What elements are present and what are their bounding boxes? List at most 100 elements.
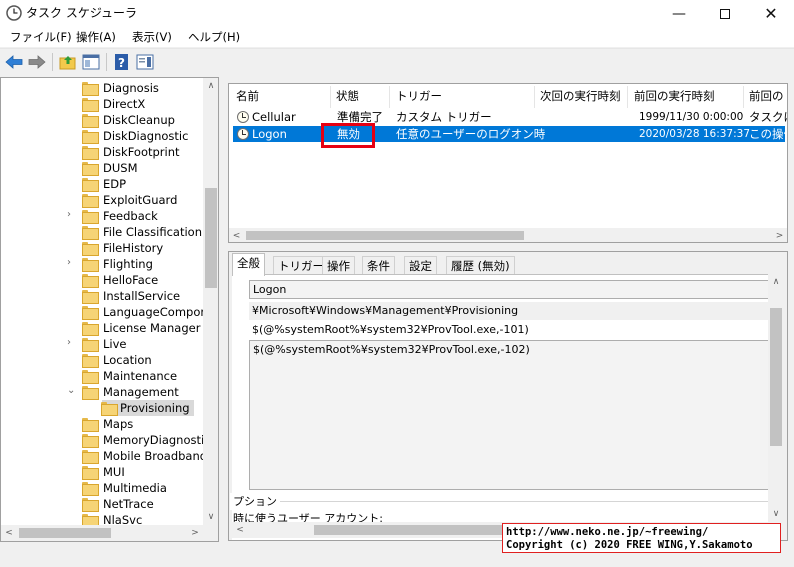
scroll-left-arrow-icon[interactable]: <	[232, 522, 248, 538]
chevron-right-icon[interactable]: ›	[67, 209, 77, 220]
tree-vertical-scrollbar[interactable]: ∧ ∨	[203, 78, 218, 525]
back-arrow-icon[interactable]	[5, 54, 23, 70]
column-divider[interactable]	[534, 86, 535, 108]
tab-conditions[interactable]: 条件	[362, 256, 395, 275]
folder-icon	[82, 226, 99, 240]
folder-icon	[82, 322, 99, 336]
tree-item[interactable]: EDP	[1, 176, 203, 192]
tree-item[interactable]: ⌄ Management	[1, 384, 203, 400]
task-trigger: カスタム トリガー	[396, 110, 492, 124]
tree-item[interactable]: License Manager	[1, 320, 203, 336]
scroll-left-arrow-icon[interactable]: <	[1, 525, 17, 541]
up-folder-icon[interactable]	[59, 53, 77, 71]
tree-item[interactable]: MemoryDiagnostic	[1, 432, 211, 448]
tree-item[interactable]: › Flighting	[1, 256, 203, 272]
tree-vertical-thumb[interactable]	[205, 188, 217, 288]
chevron-right-icon[interactable]: ›	[67, 257, 77, 268]
tree-item[interactable]: MUI	[1, 464, 203, 480]
help-icon[interactable]: ?	[113, 53, 131, 71]
folder-icon	[82, 114, 99, 128]
folder-icon	[82, 82, 99, 96]
folder-icon	[82, 418, 99, 432]
toolbar: ?	[0, 48, 794, 74]
tree-item[interactable]: Location	[1, 352, 203, 368]
scroll-left-arrow-icon[interactable]: <	[229, 228, 244, 242]
tree-item[interactable]: › Feedback	[1, 208, 203, 224]
tree-item[interactable]: DUSM	[1, 160, 203, 176]
tree-item[interactable]: › Live	[1, 336, 203, 352]
action-pane-icon[interactable]	[136, 53, 154, 71]
forward-arrow-icon[interactable]	[28, 54, 46, 70]
tree-item[interactable]: HelloFace	[1, 272, 203, 288]
tree-item[interactable]: File Classification I	[1, 224, 209, 240]
column-divider[interactable]	[389, 86, 390, 108]
detail-horizontal-thumb[interactable]	[314, 525, 504, 535]
window-title: タスク スケジューラ	[26, 6, 137, 20]
pane-splitter[interactable]	[221, 77, 226, 542]
list-horizontal-thumb[interactable]	[246, 231, 524, 240]
tab-general[interactable]: 全般	[232, 253, 265, 276]
column-divider[interactable]	[627, 86, 628, 108]
tree-item[interactable]: DiskDiagnostic	[1, 128, 203, 144]
watermark-copyright: Copyright (c) 2020 FREE WING,Y.Sakamoto	[506, 539, 753, 551]
column-header-trigger[interactable]: トリガー	[396, 88, 442, 104]
tree-item-label: FileHistory	[103, 241, 164, 255]
tree-item-label: HelloFace	[103, 273, 159, 287]
tree-item-label: File Classification I	[103, 225, 210, 239]
tree-item-label: Maps	[103, 417, 134, 431]
column-divider[interactable]	[743, 86, 744, 108]
tab-actions[interactable]: 操作	[322, 256, 355, 275]
detail-vertical-thumb[interactable]	[770, 308, 782, 446]
scroll-right-arrow-icon[interactable]: >	[772, 228, 787, 242]
scroll-up-arrow-icon[interactable]: ∧	[203, 78, 218, 94]
tree-item[interactable]: Maintenance	[1, 368, 203, 384]
menu-file[interactable]: ファイル(F)	[8, 29, 74, 45]
tree-item[interactable]: Multimedia	[1, 480, 203, 496]
scroll-down-arrow-icon[interactable]: ∨	[768, 506, 784, 522]
tree-item[interactable]: LanguageComponer	[1, 304, 218, 320]
column-divider[interactable]	[330, 86, 331, 108]
tree-item[interactable]: DiskCleanup	[1, 112, 203, 128]
task-description-field[interactable]: $(@%systemRoot%¥system32¥ProvTool.exe,-1…	[249, 340, 769, 490]
minimize-button[interactable]: —	[656, 0, 702, 27]
tree-item[interactable]: Maps	[1, 416, 203, 432]
scroll-down-arrow-icon[interactable]: ∨	[203, 509, 218, 525]
close-button[interactable]: ✕	[748, 0, 794, 27]
tab-triggers[interactable]: トリガー	[273, 256, 329, 275]
watermark-url: http://www.neko.ne.jp/~freewing/	[506, 526, 709, 538]
menu-help[interactable]: ヘルプ(H)	[186, 29, 242, 45]
maximize-button[interactable]	[702, 0, 748, 27]
column-header-status[interactable]: 状態	[336, 88, 359, 104]
folder-icon	[82, 450, 99, 464]
tree-item[interactable]: InstallService	[1, 288, 203, 304]
menu-view[interactable]: 表示(V)	[130, 29, 174, 45]
task-row-logon[interactable]: Logon 無効 任意のユーザーのログオン時 2020/03/28 16:37:…	[233, 126, 787, 142]
tree-horizontal-scrollbar[interactable]: < >	[1, 525, 218, 541]
column-header-last-run[interactable]: 前回の実行時刻	[634, 88, 715, 104]
column-header-next-run[interactable]: 次回の実行時刻	[540, 88, 621, 104]
menu-action[interactable]: 操作(A)	[74, 29, 118, 45]
tree-item-label: MemoryDiagnostic	[103, 433, 211, 447]
tree-item[interactable]: Mobile Broadband A	[1, 448, 218, 464]
show-hide-tree-icon[interactable]	[82, 53, 100, 71]
scroll-right-arrow-icon[interactable]: >	[187, 525, 203, 541]
task-row-cellular[interactable]: Cellular 準備完了 カスタム トリガー 1999/11/30 0:00:…	[233, 109, 787, 125]
svg-text:?: ?	[118, 56, 125, 70]
column-header-last-result[interactable]: 前回の	[749, 88, 784, 104]
tree-item[interactable]: DirectX	[1, 96, 203, 112]
tree-horizontal-thumb[interactable]	[19, 528, 111, 538]
chevron-down-icon[interactable]: ⌄	[67, 385, 77, 396]
chevron-right-icon[interactable]: ›	[67, 337, 77, 348]
tree-item[interactable]: FileHistory	[1, 240, 203, 256]
task-name-field[interactable]: Logon	[249, 280, 769, 299]
tree-item[interactable]: Diagnosis	[1, 80, 203, 96]
detail-vertical-scrollbar[interactable]: ∧ ∨	[768, 274, 784, 522]
tab-history[interactable]: 履歴 (無効)	[446, 256, 515, 275]
tree-item[interactable]: DiskFootprint	[1, 144, 203, 160]
tree-item[interactable]: NetTrace	[1, 496, 203, 512]
tab-settings[interactable]: 設定	[404, 256, 437, 275]
tree-item[interactable]: ExploitGuard	[1, 192, 203, 208]
column-header-name[interactable]: 名前	[236, 88, 259, 104]
scroll-up-arrow-icon[interactable]: ∧	[768, 274, 784, 290]
list-horizontal-scrollbar[interactable]: < >	[229, 228, 787, 242]
